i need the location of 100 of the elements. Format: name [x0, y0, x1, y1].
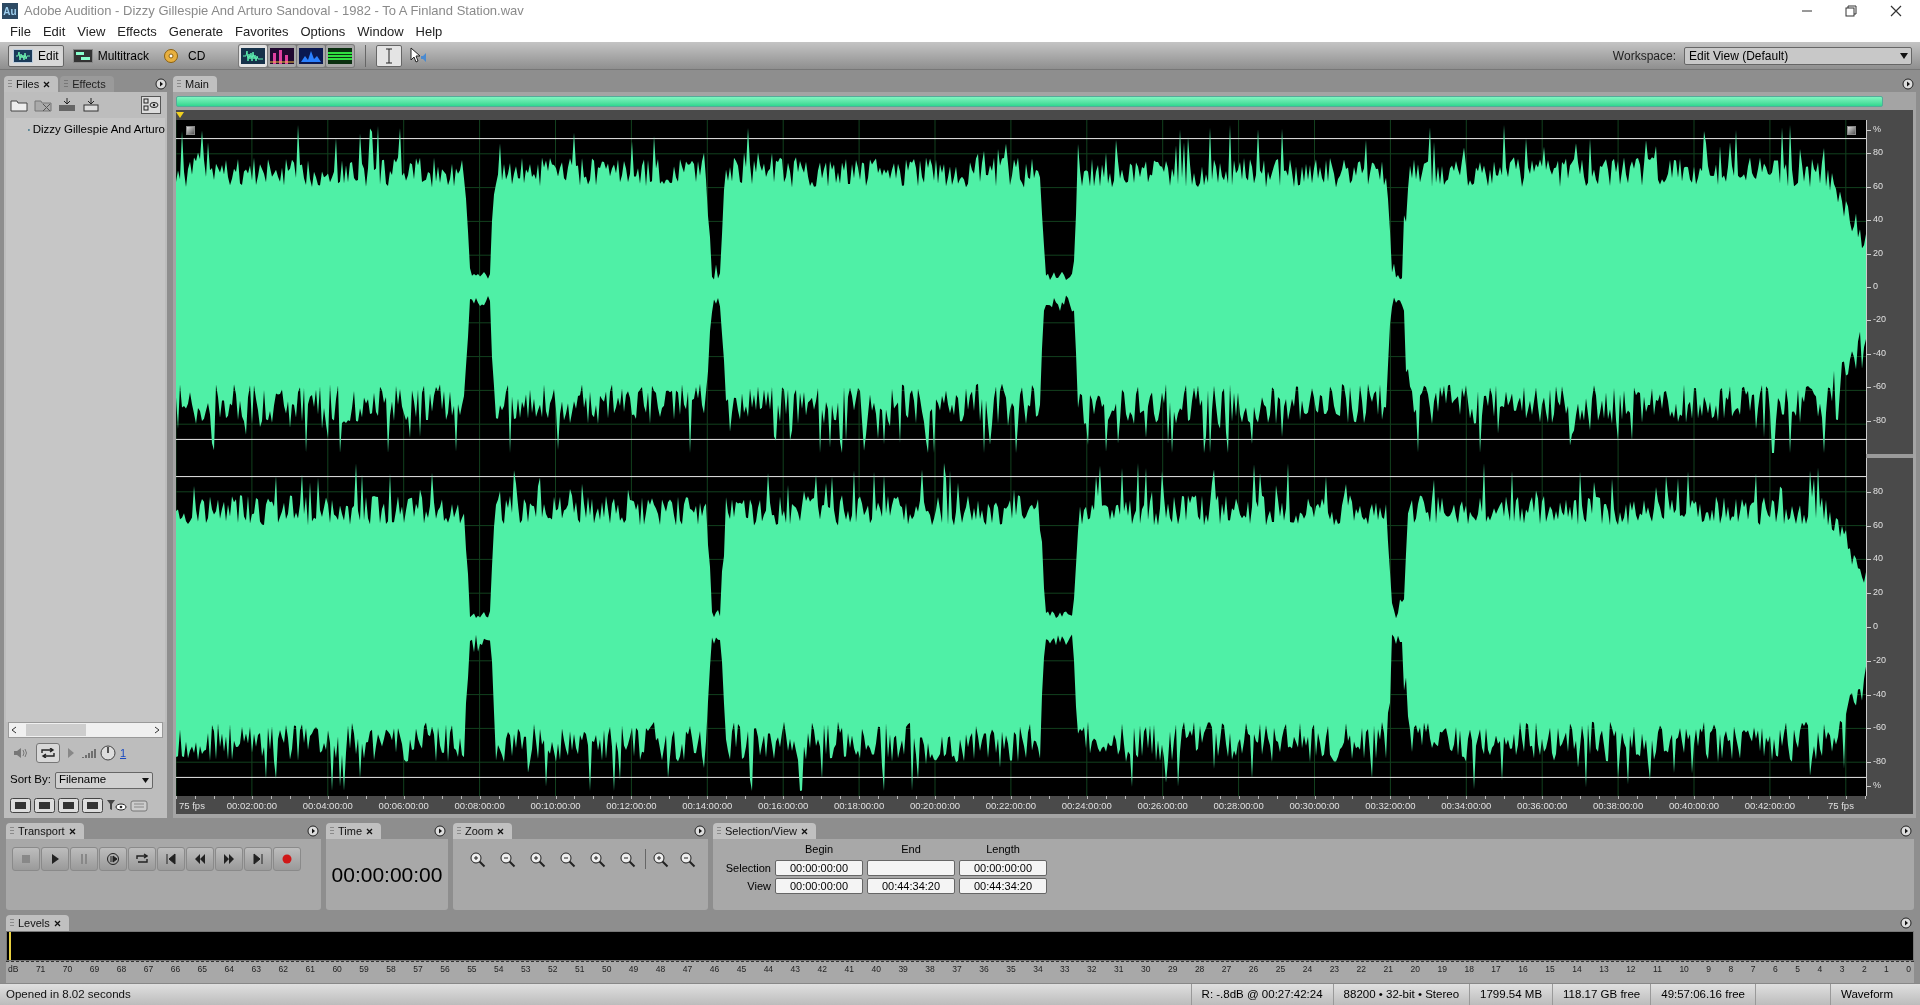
rewind-button[interactable] [186, 847, 214, 871]
status-cell: R: -.8dB @ 00:27:42:24 [1190, 984, 1333, 1005]
view-button[interactable] [239, 44, 268, 67]
zoom-button[interactable] [645, 849, 669, 869]
time-label: 00:16:00:00 [758, 799, 809, 813]
skip-forward-icon [252, 853, 264, 865]
loop-filter-icon[interactable] [34, 797, 55, 813]
view-button[interactable] [297, 44, 326, 67]
panel-tab[interactable]: Effects [60, 76, 114, 92]
mode-button[interactable]: Multitrack [67, 44, 155, 67]
go-to-start-button[interactable] [157, 847, 185, 871]
scale-label: 37 [952, 963, 962, 976]
menu-item[interactable]: File [4, 22, 37, 42]
panel-tab[interactable]: Time [326, 823, 382, 839]
scale-label: 11 [1653, 963, 1662, 976]
video-filter-icon[interactable] [58, 797, 79, 813]
time-field[interactable] [867, 859, 955, 876]
volume-link[interactable]: 1 [120, 744, 127, 762]
menu-item[interactable]: Window [351, 22, 410, 42]
horizontal-scrollbar[interactable] [8, 722, 163, 738]
scale-label: 56 [440, 963, 450, 976]
time-field[interactable]: 00:44:34:20 [867, 878, 955, 895]
pause-icon [78, 853, 90, 865]
panel-tab[interactable]: Files [4, 76, 59, 92]
scale-label: 30 [1140, 963, 1151, 976]
restore-icon[interactable] [1845, 5, 1857, 17]
loop-play-button[interactable] [128, 847, 156, 871]
panel-tab[interactable]: Zoom [453, 823, 513, 839]
insert-icon[interactable] [58, 98, 76, 112]
fast-forward-button[interactable] [215, 847, 243, 871]
close-icon [53, 919, 61, 927]
show-options-icon[interactable] [141, 96, 161, 114]
playhead-marker-icon[interactable] [176, 112, 184, 118]
time-field[interactable]: 00:00:00:00 [775, 878, 863, 895]
time-field[interactable]: 00:00:00:00 [959, 859, 1047, 876]
panel-tab[interactable]: Transport [6, 823, 84, 839]
mode-button[interactable]: CD [158, 44, 211, 67]
panel-menu-icon[interactable] [694, 825, 706, 837]
spectrum-icon [270, 47, 295, 64]
square-icon [20, 853, 32, 865]
panel-tab[interactable]: Main [173, 76, 217, 92]
menu-item[interactable]: Help [409, 22, 449, 42]
close-icon [43, 80, 51, 88]
time-field[interactable]: 00:00:00:00 [775, 859, 863, 876]
scale-label: 26 [1248, 963, 1259, 976]
volume-bars-icon [82, 748, 98, 758]
workspace-dropdown[interactable]: Edit View (Default) [1684, 46, 1912, 65]
axis-label: -40 [1873, 347, 1886, 361]
menu-item[interactable]: Favorites [229, 22, 295, 42]
axis-label: % [1873, 779, 1881, 793]
play-button[interactable] [41, 847, 69, 871]
tool-button[interactable] [376, 44, 403, 67]
axis-label: % [1873, 123, 1881, 137]
panel-menu-icon[interactable] [155, 78, 167, 90]
menu-item[interactable]: Effects [111, 22, 163, 42]
menu-item[interactable]: Options [294, 22, 352, 42]
panel-menu-icon[interactable] [307, 825, 319, 837]
fade-handle[interactable] [1847, 126, 1856, 135]
scrollbar-thumb[interactable] [25, 724, 86, 736]
close-icon[interactable] [1890, 5, 1902, 17]
close-file-icon[interactable] [34, 98, 52, 112]
panel-menu-icon[interactable] [1900, 917, 1912, 929]
menu-item[interactable]: Edit [36, 22, 72, 42]
scale-label: 44 [763, 963, 774, 976]
volume-knob-icon[interactable] [100, 745, 116, 761]
pointer-speaker-icon [410, 46, 429, 65]
scale-label: 33 [1060, 963, 1070, 976]
panel-menu-icon[interactable] [1902, 78, 1914, 90]
waveform-icon [13, 48, 33, 63]
panel-tab[interactable]: Selection/View [713, 823, 816, 839]
panel-menu-icon[interactable] [1900, 825, 1912, 837]
fade-handle[interactable] [186, 126, 195, 135]
time-label: 00:38:00:00 [1593, 799, 1644, 813]
menu-item[interactable]: View [71, 22, 112, 42]
mode-button[interactable]: Edit [8, 44, 64, 67]
scale-label: 46 [709, 963, 720, 976]
audio-file-entry[interactable]: Dizzy Gillespie And Arturo [6, 122, 165, 138]
view-button[interactable] [326, 44, 355, 67]
scale-label: 32 [1087, 963, 1097, 976]
menu-item[interactable]: Generate [162, 22, 230, 42]
scale-label: 69 [89, 963, 100, 976]
scale-label: 40 [871, 963, 881, 976]
time-field[interactable]: 00:44:34:20 [959, 878, 1047, 895]
view-button[interactable] [268, 44, 297, 67]
sort-dropdown[interactable]: Filename [54, 771, 153, 789]
insert-track-icon[interactable] [82, 98, 100, 112]
go-to-end-button[interactable] [244, 847, 272, 871]
play-to-end-button[interactable] [99, 847, 127, 871]
folder-icon[interactable] [10, 98, 28, 112]
time-label: 00:30:00:00 [1289, 799, 1340, 813]
time-label: 00:14:00:00 [682, 799, 733, 813]
panel-tab[interactable]: Levels [6, 915, 69, 931]
panel-menu-icon[interactable] [434, 825, 446, 837]
midi-filter-icon[interactable] [82, 797, 103, 813]
loop-button[interactable] [36, 743, 60, 763]
filter-eye-icon[interactable] [106, 797, 127, 813]
record-icon [281, 853, 293, 865]
audio-filter-icon[interactable] [10, 797, 31, 813]
column-header: End [900, 842, 922, 857]
scale-label: 22 [1356, 963, 1367, 976]
